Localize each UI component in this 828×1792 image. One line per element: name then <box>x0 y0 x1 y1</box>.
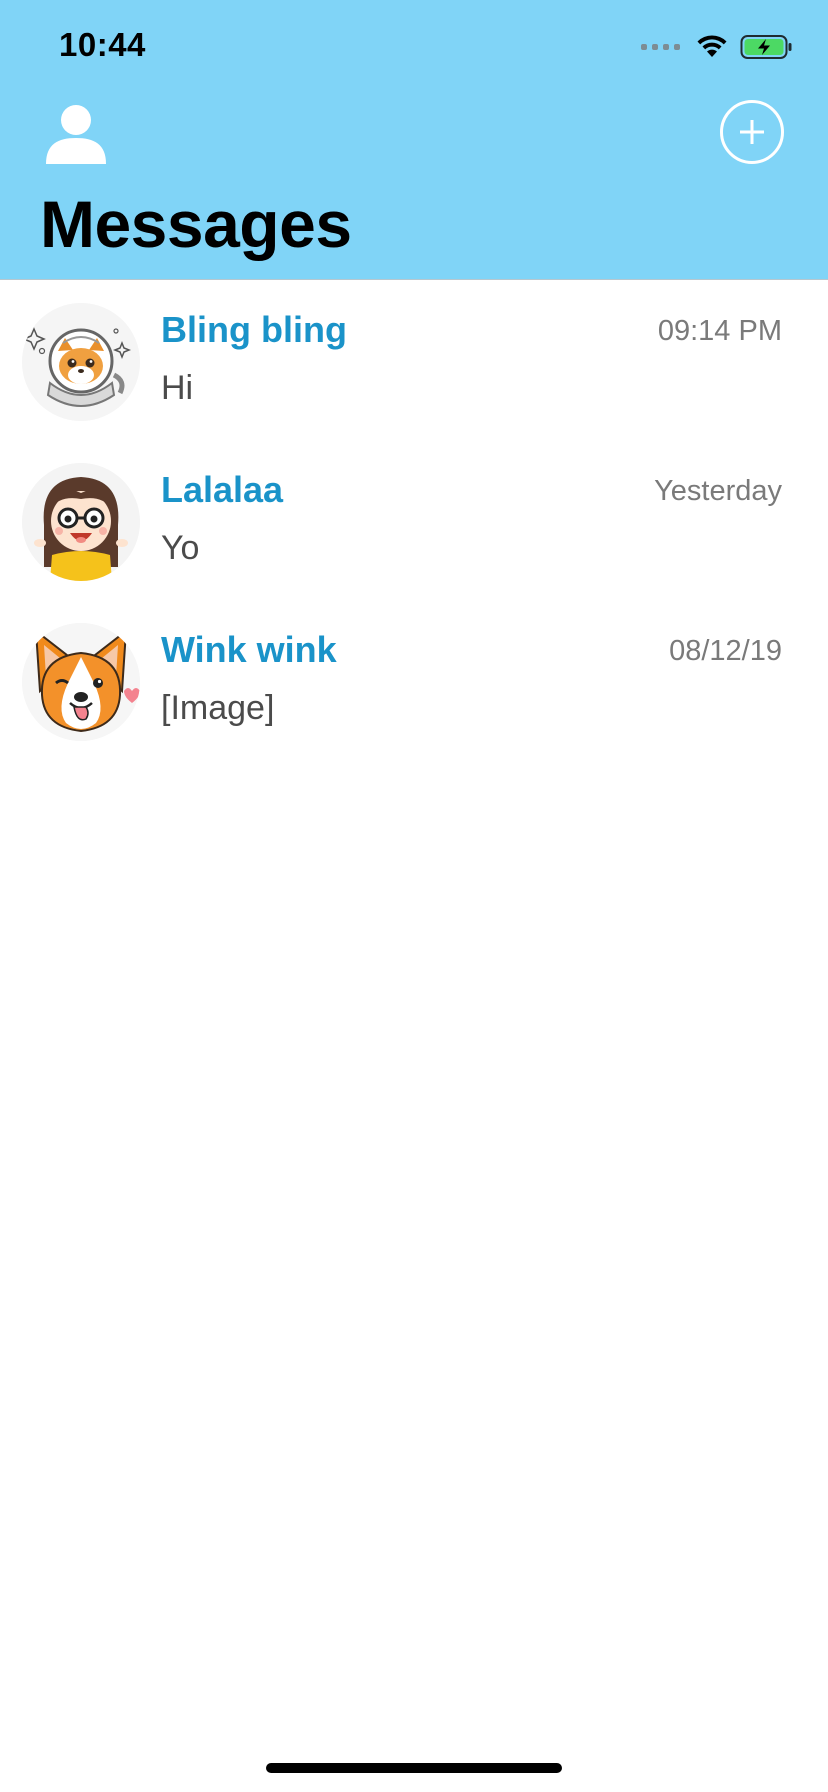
page-title: Messages <box>40 187 352 261</box>
message-time: Yesterday <box>654 475 782 507</box>
conversation-name: Bling bling <box>161 309 347 350</box>
conversation-name: Lalalaa <box>161 469 284 510</box>
conversation-name: Wink wink <box>161 629 337 670</box>
wifi-icon <box>697 35 727 57</box>
plus-circle-icon[interactable] <box>720 100 784 164</box>
header: 10:44 Messages <box>0 0 828 280</box>
conversation-list: Bling bling Hi 09:14 PM Lalalaa Yo Yeste… <box>0 281 828 761</box>
conversation-row-bling-bling[interactable]: Bling bling Hi 09:14 PM <box>0 281 828 441</box>
conversation-row-lalalaa[interactable]: Lalalaa Yo Yesterday <box>0 441 828 601</box>
home-indicator[interactable] <box>266 1763 562 1773</box>
message-time: 08/12/19 <box>669 635 782 667</box>
shiba-astronaut-sticker <box>22 303 140 421</box>
girl-with-glasses-sticker <box>22 463 140 581</box>
corgi-wink-avatar <box>22 623 140 741</box>
status-icons <box>641 34 794 60</box>
battery-charging-icon <box>740 35 792 59</box>
cellular-signal-icon <box>641 44 680 50</box>
corgi-wink-sticker <box>22 623 140 741</box>
message-preview: [Image] <box>161 689 275 727</box>
message-time: 09:14 PM <box>657 315 782 347</box>
girl-with-glasses-avatar <box>22 463 140 581</box>
person-icon[interactable] <box>44 100 108 164</box>
conversation-row-wink-wink[interactable]: Wink wink [Image] 08/12/19 <box>0 601 828 761</box>
message-preview: Yo <box>161 529 200 567</box>
shiba-astronaut-avatar <box>22 303 140 421</box>
status-time: 10:44 <box>59 26 146 63</box>
messages-screen: 10:44 Messages Bling bling Hi 09:14 PM L… <box>0 0 828 1792</box>
message-preview: Hi <box>161 369 194 407</box>
